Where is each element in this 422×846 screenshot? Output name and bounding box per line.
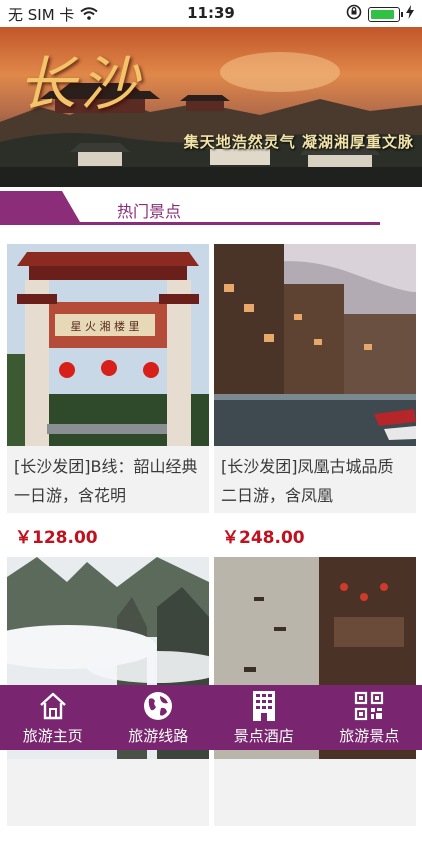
building-icon [247,689,281,723]
tab-label: 旅游主页 [23,725,83,746]
section-title: 热门景点 [117,198,181,222]
svg-text:星 火 湘 楼 里: 星 火 湘 楼 里 [71,319,140,333]
tab-label: 旅游线路 [128,725,188,746]
card-title: [长沙发团]B线：韶山经典一日游，含花明 [7,446,209,513]
tab-hotels[interactable]: 景点酒店 [211,685,317,750]
hero-banner[interactable]: 长沙 集天地浩然灵气 凝湖湘厚重文脉 [0,27,422,187]
globe-icon [141,689,175,723]
river-town-photo [214,244,416,446]
qr-code-icon [352,689,386,723]
section-divider [0,222,380,225]
charging-icon [406,5,414,23]
section-header: 热门景点 [0,191,422,227]
status-bar: 无 SIM 卡 11:39 [0,0,422,27]
card-title [7,759,209,826]
attraction-card[interactable]: [长沙发团]凤凰古城品质二日游，含凤凰 ￥248.00 [214,244,416,558]
section-tab-marker [0,191,80,222]
bottom-tab-bar: 旅游主页 旅游线路 景点酒店 [0,685,422,750]
orientation-lock-icon [346,4,362,24]
tab-label: 景点酒店 [234,725,294,746]
tab-home[interactable]: 旅游主页 [0,685,106,750]
card-price: ￥248.00 [214,513,416,558]
card-title [214,759,416,826]
card-price: ￥128.00 [7,513,209,558]
home-icon [36,689,70,723]
battery-icon [368,7,400,22]
tab-routes[interactable]: 旅游线路 [106,685,212,750]
tab-attractions[interactable]: 旅游景点 [317,685,422,750]
gate-photo: 星 火 湘 楼 里 [7,244,209,446]
banner-title: 长沙 [18,37,142,121]
attraction-card[interactable]: 星 火 湘 楼 里 [长沙发团]B线：韶山经典一日游，含花明 ￥128.00 [7,244,209,558]
tab-label: 旅游景点 [339,725,399,746]
banner-slogan: 集天地浩然灵气 凝湖湘厚重文脉 [184,131,414,152]
card-title: [长沙发团]凤凰古城品质二日游，含凤凰 [214,446,416,513]
